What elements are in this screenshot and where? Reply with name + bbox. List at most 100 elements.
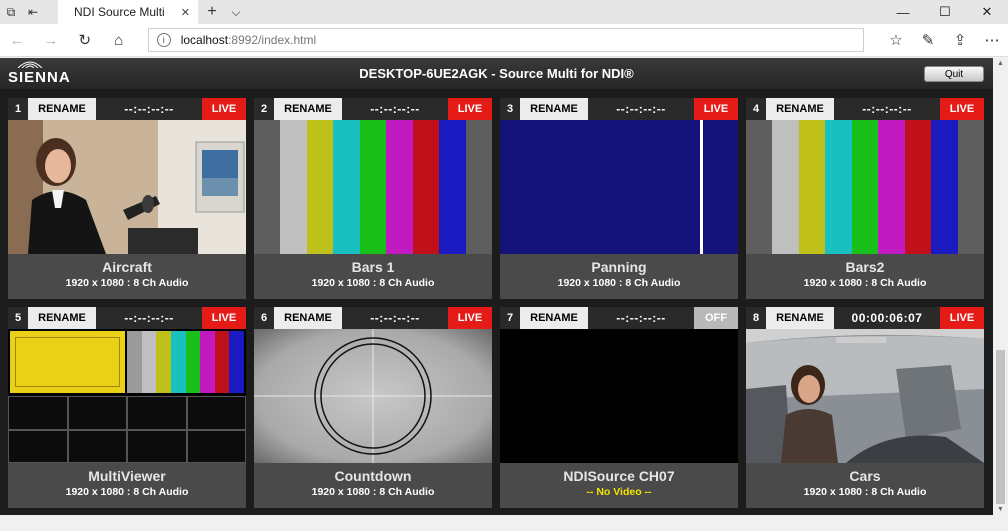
bar-cyan — [825, 120, 852, 254]
tile-number: 5 — [14, 312, 22, 324]
bar-gray — [280, 120, 307, 254]
video-preview — [254, 120, 492, 254]
browser-tab-title: NDI Source Multi — [74, 5, 165, 19]
source-tile: 6 RENAME --:--:--:-- LIVE Countdown 1920… — [254, 307, 492, 508]
browser-nav-bar: ← → ↻ ⌂ i localhost:8992/index.html ☆ ✎ … — [0, 24, 1008, 57]
bar-blue — [931, 120, 958, 254]
tile-footer: Countdown 1920 x 1080 : 8 Ch Audio — [254, 463, 492, 508]
home-icon[interactable]: ⌂ — [102, 32, 136, 49]
source-name: Countdown — [334, 468, 412, 484]
scroll-up-icon[interactable]: ▲ — [997, 60, 1004, 67]
horizontal-scrollbar[interactable] — [0, 515, 1008, 531]
share-icon[interactable]: ⇪ — [944, 31, 976, 49]
source-info: 1920 x 1080 : 8 Ch Audio — [311, 277, 435, 289]
status-badge[interactable]: LIVE — [202, 307, 246, 329]
source-tile: 5 RENAME --:--:--:-- LIVE MultiViewer 19… — [8, 307, 246, 508]
color-bars — [254, 120, 492, 254]
source-name: Cars — [849, 468, 881, 484]
status-badge[interactable]: OFF — [694, 307, 738, 329]
rename-button[interactable]: RENAME — [766, 98, 834, 120]
tile-header: 8 RENAME 00:00:06:07 LIVE — [746, 307, 984, 329]
status-badge[interactable]: LIVE — [448, 98, 492, 120]
rename-button[interactable]: RENAME — [28, 307, 96, 329]
bar-left-pillar — [746, 120, 773, 254]
refresh-icon[interactable]: ↻ — [68, 31, 102, 49]
new-tab-button[interactable]: + — [198, 0, 226, 24]
status-badge[interactable]: LIVE — [940, 98, 984, 120]
back-icon[interactable]: ← — [0, 32, 34, 49]
tab-menu-chevron-icon[interactable]: ⌵ — [226, 0, 246, 24]
tile-number: 1 — [14, 103, 22, 115]
mv-cell — [68, 430, 126, 462]
more-icon[interactable]: ⋯ — [976, 31, 1008, 49]
vertical-scrollbar[interactable]: ▲ ▼ — [993, 58, 1008, 515]
close-window-button[interactable]: ✕ — [966, 0, 1008, 24]
browser-tab[interactable]: NDI Source Multi ✕ — [58, 0, 198, 24]
source-tile: 3 RENAME --:--:--:-- LIVE Panning 1920 x… — [500, 98, 738, 299]
rename-button[interactable]: RENAME — [520, 307, 588, 329]
tile-number: 3 — [506, 103, 514, 115]
tile-number: 7 — [506, 312, 514, 324]
tile-number: 6 — [260, 312, 268, 324]
favorites-star-icon[interactable]: ☆ — [880, 31, 912, 49]
app-content: SIENNA DESKTOP-6UE2AGK - Source Multi fo… — [0, 58, 993, 515]
timecode: --:--:--:-- — [124, 311, 174, 325]
tabs-aside-icon[interactable]: ⇤ — [22, 0, 44, 24]
bar-yellow — [798, 120, 826, 254]
video-preview — [500, 329, 738, 463]
mv-cells — [8, 396, 246, 463]
mv-yellow-panel — [10, 331, 125, 393]
timecode: --:--:--:-- — [370, 102, 420, 116]
scroll-down-icon[interactable]: ▼ — [997, 506, 1004, 513]
source-name: NDISource CH07 — [563, 468, 675, 484]
rename-button[interactable]: RENAME — [274, 307, 342, 329]
video-preview — [8, 329, 246, 463]
bar-magenta — [386, 120, 413, 254]
tile-footer: MultiViewer 1920 x 1080 : 8 Ch Audio — [8, 463, 246, 508]
bar-green — [851, 120, 879, 254]
maximize-button[interactable]: ☐ — [924, 0, 966, 24]
timecode: --:--:--:-- — [616, 311, 666, 325]
tile-footer: Bars 1 1920 x 1080 : 8 Ch Audio — [254, 254, 492, 299]
rename-button[interactable]: RENAME — [274, 98, 342, 120]
status-badge[interactable]: LIVE — [448, 307, 492, 329]
source-info: 1920 x 1080 : 8 Ch Audio — [311, 486, 435, 498]
mv-bars-panel — [127, 331, 244, 393]
bar-red — [904, 120, 932, 254]
tile-footer: Cars 1920 x 1080 : 8 Ch Audio — [746, 463, 984, 508]
status-badge[interactable]: LIVE — [694, 98, 738, 120]
bar-cyan — [333, 120, 360, 254]
bar-gray — [772, 120, 799, 254]
status-badge[interactable]: LIVE — [940, 307, 984, 329]
source-info: 1920 x 1080 : 8 Ch Audio — [803, 277, 927, 289]
panning-line — [700, 120, 703, 254]
scrollbar-thumb[interactable] — [996, 350, 1005, 504]
rename-button[interactable]: RENAME — [520, 98, 588, 120]
bar-right-pillar — [957, 120, 984, 254]
timecode: 00:00:06:07 — [851, 311, 923, 325]
source-tile: 7 RENAME --:--:--:-- OFF NDISource CH07 … — [500, 307, 738, 508]
rename-button[interactable]: RENAME — [28, 98, 96, 120]
source-info: -- No Video -- — [586, 486, 652, 498]
mv-cell — [187, 430, 245, 462]
tile-header: 6 RENAME --:--:--:-- LIVE — [254, 307, 492, 329]
site-info-icon[interactable]: i — [156, 33, 171, 47]
source-info: 1920 x 1080 : 8 Ch Audio — [557, 277, 681, 289]
quit-button[interactable]: Quit — [924, 66, 984, 82]
timecode: --:--:--:-- — [370, 311, 420, 325]
source-info: 1920 x 1080 : 8 Ch Audio — [803, 486, 927, 498]
status-badge[interactable]: LIVE — [202, 98, 246, 120]
video-preview — [254, 329, 492, 463]
mv-cell — [9, 397, 67, 429]
bar-right-pillar — [465, 120, 492, 254]
tab-actions-icon[interactable]: ⧉ — [0, 0, 22, 24]
notes-pen-icon[interactable]: ✎ — [912, 31, 944, 49]
minimize-button[interactable]: — — [882, 0, 924, 24]
source-tile: 8 RENAME 00:00:06:07 LIVE Cars 1920 x 10… — [746, 307, 984, 508]
address-bar[interactable]: i localhost:8992/index.html — [147, 28, 865, 52]
tile-header: 3 RENAME --:--:--:-- LIVE — [500, 98, 738, 120]
rename-button[interactable]: RENAME — [766, 307, 834, 329]
tab-close-icon[interactable]: ✕ — [181, 6, 190, 19]
forward-icon[interactable]: → — [34, 32, 68, 49]
tile-number: 8 — [752, 312, 760, 324]
